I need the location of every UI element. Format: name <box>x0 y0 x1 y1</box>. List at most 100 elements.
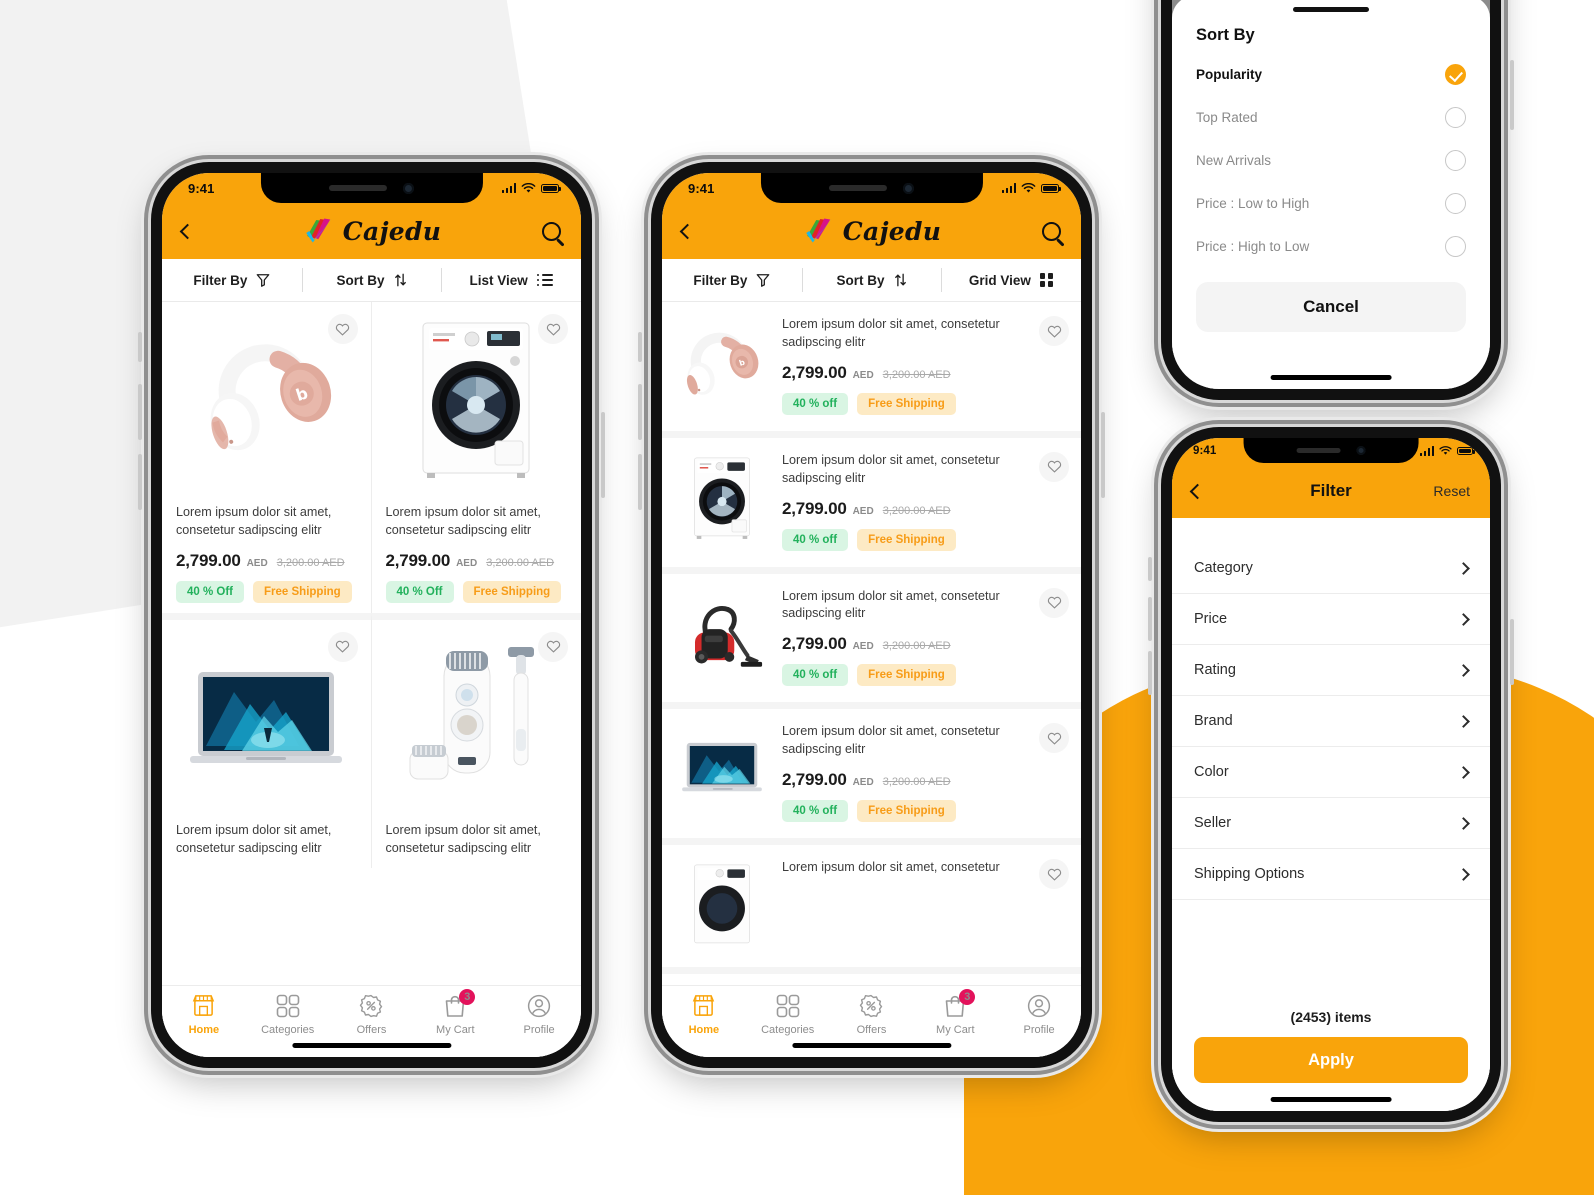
cancel-button[interactable]: Cancel <box>1196 282 1466 332</box>
back-button[interactable] <box>1189 483 1206 499</box>
apply-button[interactable]: Apply <box>1194 1037 1468 1083</box>
product-card[interactable]: Lorem ipsum dolor sit amet, consetetur s… <box>371 612 582 868</box>
discount-badge: 40 % off <box>782 528 849 551</box>
sort-option-top-rated[interactable]: Top Rated <box>1196 96 1466 139</box>
product-image-washing-machine <box>372 302 582 498</box>
tab-offers[interactable]: Offers <box>330 994 414 1036</box>
product-title: Lorem ipsum dolor sit amet, consetetur s… <box>782 317 1000 349</box>
notch <box>760 173 983 203</box>
wishlist-button[interactable] <box>1039 587 1069 618</box>
list-item[interactable]: b Lorem ipsum dolor sit amet, consetetur… <box>662 302 1081 438</box>
currency-label: AED <box>456 557 478 569</box>
battery-icon <box>541 183 561 193</box>
wishlist-button[interactable] <box>1039 316 1069 346</box>
product-card[interactable]: Lorem ipsum dolor sit amet, consetetur s… <box>371 302 582 613</box>
product-card[interactable]: Lorem ipsum dolor sit amet, consetetur s… <box>162 612 372 868</box>
reset-button[interactable]: Reset <box>1433 483 1470 499</box>
back-button[interactable] <box>679 223 696 239</box>
mute-switch[interactable] <box>638 332 642 362</box>
back-button[interactable] <box>179 223 196 239</box>
volume-up-button[interactable] <box>1148 597 1152 641</box>
tab-my-cart[interactable]: 3 My Cart <box>913 988 997 1036</box>
radio-icon[interactable] <box>1445 107 1466 128</box>
currency-label: AED <box>852 777 874 788</box>
wishlist-button[interactable] <box>327 631 358 662</box>
sort-by-button[interactable]: Sort By <box>801 259 942 301</box>
sort-by-button[interactable]: Sort By <box>301 259 442 301</box>
filter-row-brand[interactable]: Brand <box>1172 696 1490 747</box>
filter-row-color[interactable]: Color <box>1172 747 1490 798</box>
home-indicator[interactable] <box>1270 1097 1392 1102</box>
tab-home[interactable]: Home <box>662 994 746 1036</box>
volume-down-button[interactable] <box>638 454 642 510</box>
wishlist-button[interactable] <box>538 631 568 662</box>
wishlist-button[interactable] <box>1039 451 1069 482</box>
product-grid-scroll[interactable]: b Lorem ipsum dolor sit amet, consetetur… <box>162 302 581 1057</box>
volume-up-button[interactable] <box>638 384 642 440</box>
product-card[interactable]: b Lorem ipsum dolor sit amet, consetetur… <box>162 302 372 613</box>
wishlist-button[interactable] <box>327 314 358 344</box>
sort-option-price-high-low[interactable]: Price : High to Low <box>1196 225 1466 268</box>
wishlist-button[interactable] <box>1039 859 1069 889</box>
shipping-badge: Free Shipping <box>857 528 956 551</box>
list-item[interactable]: Lorem ipsum dolor sit amet, consetetur s… <box>662 573 1081 710</box>
filter-row-price[interactable]: Price <box>1172 594 1490 645</box>
list-view-toggle[interactable]: List View <box>441 259 581 301</box>
filter-row-seller[interactable]: Seller <box>1172 798 1490 849</box>
tab-my-cart-label: My Cart <box>936 1023 975 1036</box>
volume-down-button[interactable] <box>138 454 142 510</box>
search-icon[interactable] <box>1042 221 1061 241</box>
product-list-scroll[interactable]: b Lorem ipsum dolor sit amet, consetetur… <box>662 302 1081 1057</box>
product-image-epilator <box>372 620 582 816</box>
filter-by-label: Filter By <box>693 272 748 288</box>
radio-selected-icon[interactable] <box>1445 64 1466 85</box>
filter-row-shipping-options[interactable]: Shipping Options <box>1172 849 1490 900</box>
search-icon[interactable] <box>542 221 561 241</box>
currency-label: AED <box>852 369 874 381</box>
tab-home[interactable]: Home <box>162 994 246 1036</box>
list-item[interactable]: Lorem ipsum dolor sit amet, consetetur s… <box>662 709 1081 845</box>
power-button[interactable] <box>601 412 605 498</box>
sort-option-new-arrivals[interactable]: New Arrivals <box>1196 139 1466 182</box>
radio-icon[interactable] <box>1445 193 1466 214</box>
filter-by-button[interactable]: Filter By <box>662 259 802 301</box>
radio-icon[interactable] <box>1445 236 1466 257</box>
home-indicator[interactable] <box>791 1043 952 1048</box>
sort-option-label: Price : Low to High <box>1196 196 1310 211</box>
tab-categories[interactable]: Categories <box>246 994 330 1036</box>
sheet-drag-handle[interactable] <box>1293 7 1369 12</box>
status-time: 9:41 <box>688 180 715 196</box>
sort-option-popularity[interactable]: Popularity <box>1196 53 1466 96</box>
cart-icon: 3 <box>444 988 476 1018</box>
sort-option-price-low-high[interactable]: Price : Low to High <box>1196 182 1466 225</box>
filter-row-category[interactable]: Category <box>1172 543 1490 594</box>
tab-my-cart[interactable]: 3 My Cart <box>413 988 497 1036</box>
tab-offers[interactable]: Offers <box>830 994 914 1036</box>
user-icon <box>1027 994 1051 1018</box>
list-item[interactable]: Lorem ipsum dolor sit amet, consetetur <box>662 845 1081 974</box>
list-view-icon <box>536 273 553 287</box>
home-indicator[interactable] <box>1270 375 1392 380</box>
badge-row: 40 % off Free Shipping <box>782 800 1027 822</box>
filter-by-button[interactable]: Filter By <box>162 259 302 301</box>
power-button[interactable] <box>1510 60 1514 130</box>
mute-switch[interactable] <box>1148 557 1152 581</box>
home-indicator[interactable] <box>291 1043 452 1048</box>
tab-profile[interactable]: Profile <box>497 994 581 1036</box>
canvas: 9:41 Cajedu Filter By Sort By List View … <box>0 0 1594 1195</box>
tab-categories[interactable]: Categories <box>746 994 830 1036</box>
wishlist-button[interactable] <box>538 314 568 344</box>
filter-row-rating[interactable]: Rating <box>1172 645 1490 696</box>
volume-up-button[interactable] <box>138 384 142 440</box>
power-button[interactable] <box>1101 412 1105 498</box>
volume-down-button[interactable] <box>1148 651 1152 695</box>
brand-logo: Cajedu <box>802 217 942 246</box>
filter-row-label: Category <box>1194 560 1253 576</box>
mute-switch[interactable] <box>138 332 142 362</box>
discount-badge: 40 % Off <box>385 580 454 603</box>
list-item[interactable]: Lorem ipsum dolor sit amet, consetetur s… <box>662 437 1081 574</box>
radio-icon[interactable] <box>1445 150 1466 171</box>
power-button[interactable] <box>1510 619 1514 685</box>
grid-view-toggle[interactable]: Grid View <box>941 259 1081 301</box>
tab-profile[interactable]: Profile <box>997 994 1081 1036</box>
